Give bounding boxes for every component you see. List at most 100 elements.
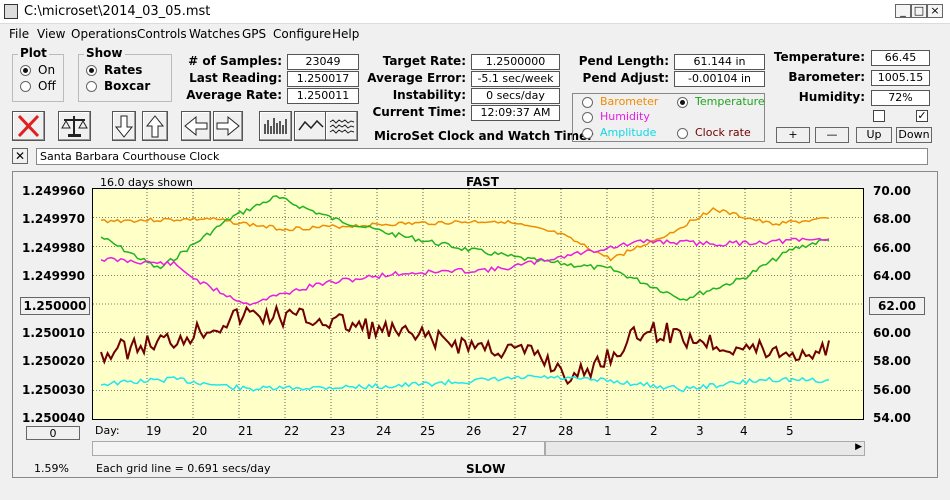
average-rate-label: Average Rate: xyxy=(186,88,282,102)
menu-watches[interactable]: Watches xyxy=(186,25,243,43)
amplitude-channel-label: Amplitude xyxy=(600,126,657,139)
menu-help[interactable]: Help xyxy=(329,25,362,43)
menu-operations[interactable]: Operations xyxy=(68,25,140,43)
humidity-field: 72% xyxy=(871,90,930,106)
clock-rate-radio[interactable] xyxy=(677,128,688,139)
plot-off-radio[interactable] xyxy=(20,81,31,92)
temperature-radio[interactable] xyxy=(677,97,688,108)
maximize-button[interactable]: □ xyxy=(911,4,927,18)
down-button[interactable]: Down xyxy=(896,127,932,143)
scroll-value-button[interactable]: 0 xyxy=(26,426,80,440)
day-4: 4 xyxy=(740,424,748,438)
arrow-up-button[interactable] xyxy=(142,111,168,141)
r-tick-6: 60.00 xyxy=(873,326,911,340)
menu-bar: File View Operations Controls Watches GP… xyxy=(0,24,950,44)
arrow-right-button[interactable] xyxy=(213,111,243,141)
up-button[interactable]: Up xyxy=(856,127,892,143)
target-rate-label: Target Rate: xyxy=(382,54,466,68)
pend-adjust-field: -0.00104 in xyxy=(674,71,765,87)
pend-adjust-label: Pend Adjust: xyxy=(582,71,669,85)
humidity-radio[interactable] xyxy=(582,112,593,123)
minus-button[interactable]: — xyxy=(815,127,849,143)
noise-view-button[interactable] xyxy=(325,111,358,141)
day-5: 5 xyxy=(786,424,794,438)
amplitude-radio[interactable] xyxy=(582,128,593,139)
plot-on-radio[interactable] xyxy=(20,65,31,76)
barometer-radio[interactable] xyxy=(582,97,593,108)
day-27: 27 xyxy=(512,424,528,438)
r-tick-4: 64.00 xyxy=(873,269,911,283)
y-tick-7: 1.250020 xyxy=(21,354,85,368)
clock-rate-trace xyxy=(100,303,830,386)
arrow-left-icon xyxy=(184,115,208,137)
balance-button[interactable] xyxy=(58,111,91,141)
y-tick-3: 1.249980 xyxy=(21,241,85,255)
barometer-channel-label: Barometer xyxy=(600,95,659,108)
clock-name-field[interactable]: Santa Barbara Courthouse Clock xyxy=(36,148,928,165)
humidity-label: Humidity: xyxy=(798,90,865,104)
pend-length-field: 61.144 in xyxy=(674,54,765,70)
barometer-label: Barometer: xyxy=(788,70,865,84)
arrow-left-button[interactable] xyxy=(181,111,211,141)
menu-gps[interactable]: GPS xyxy=(239,25,269,43)
left-checkbox[interactable] xyxy=(873,110,885,122)
scroll-thumb[interactable] xyxy=(92,441,545,456)
day-26: 26 xyxy=(466,424,482,438)
percent-label: 1.59% xyxy=(34,462,69,475)
arrow-down-button[interactable] xyxy=(112,111,136,141)
y-tick-1: 1.249960 xyxy=(21,184,85,198)
current-time-label: Current Time: xyxy=(372,105,466,119)
plot-canvas xyxy=(93,189,863,419)
r-tick-7: 58.00 xyxy=(873,354,911,368)
scroll-right-icon[interactable]: ▶ xyxy=(855,442,862,452)
day-25: 25 xyxy=(420,424,436,438)
average-error-field: -5.1 sec/week xyxy=(471,71,560,87)
title-bar: C:\microset\2014_03_05.mst _ □ × xyxy=(0,0,950,24)
day-2: 2 xyxy=(650,424,658,438)
humidity-channel-label: Humidity xyxy=(600,110,650,123)
app-icon xyxy=(4,4,18,19)
arrow-up-icon xyxy=(145,115,165,138)
arrow-down-icon xyxy=(114,115,134,138)
horizontal-scrollbar[interactable]: ▶ xyxy=(545,441,865,456)
center-value-button[interactable]: 1.250000 xyxy=(20,297,90,315)
temperature-field: 66.45 xyxy=(871,50,930,66)
instability-label: Instability: xyxy=(392,88,466,102)
rates-label: Rates xyxy=(104,63,143,77)
menu-view[interactable]: View xyxy=(34,25,68,43)
bars-view-button[interactable] xyxy=(259,111,292,141)
menu-file[interactable]: File xyxy=(6,25,32,43)
plot-area[interactable] xyxy=(92,188,864,420)
day-22: 22 xyxy=(284,424,300,438)
app-caption: MicroSet Clock and Watch Timer xyxy=(374,129,594,143)
y-tick-9: 1.250040 xyxy=(21,411,85,425)
boxcar-label: Boxcar xyxy=(104,79,151,93)
r-tick-9: 54.00 xyxy=(873,411,911,425)
day-21: 21 xyxy=(238,424,254,438)
plus-button[interactable]: + xyxy=(776,127,810,143)
minimize-button[interactable]: _ xyxy=(895,4,911,18)
y-tick-2: 1.249970 xyxy=(21,212,85,226)
close-button[interactable]: × xyxy=(927,4,943,18)
pend-length-label: Pend Length: xyxy=(578,54,669,68)
clear-name-button[interactable]: ✕ xyxy=(12,148,28,164)
last-reading-label: Last Reading: xyxy=(189,71,282,85)
line-view-button[interactable] xyxy=(294,111,327,141)
fast-label: FAST xyxy=(466,175,499,189)
window-title: C:\microset\2014_03_05.mst xyxy=(24,4,211,19)
amplitude-trace xyxy=(100,374,830,393)
wave-line-icon xyxy=(298,119,324,131)
right-center-button[interactable]: 62.00 xyxy=(869,297,925,315)
boxcar-radio[interactable] xyxy=(86,81,97,92)
delete-button[interactable] xyxy=(12,111,45,141)
menu-configure[interactable]: Configure xyxy=(270,25,334,43)
right-checkbox[interactable]: ✓ xyxy=(916,110,928,122)
menu-controls[interactable]: Controls xyxy=(134,25,190,43)
day-20: 20 xyxy=(192,424,208,438)
average-error-label: Average Error: xyxy=(367,71,466,85)
arrow-right-icon xyxy=(216,115,240,137)
rates-radio[interactable] xyxy=(86,65,97,76)
current-time-field: 12:09:37 AM xyxy=(471,105,560,121)
y-tick-8: 1.250030 xyxy=(21,383,85,397)
plot-on-label: On xyxy=(38,63,56,77)
